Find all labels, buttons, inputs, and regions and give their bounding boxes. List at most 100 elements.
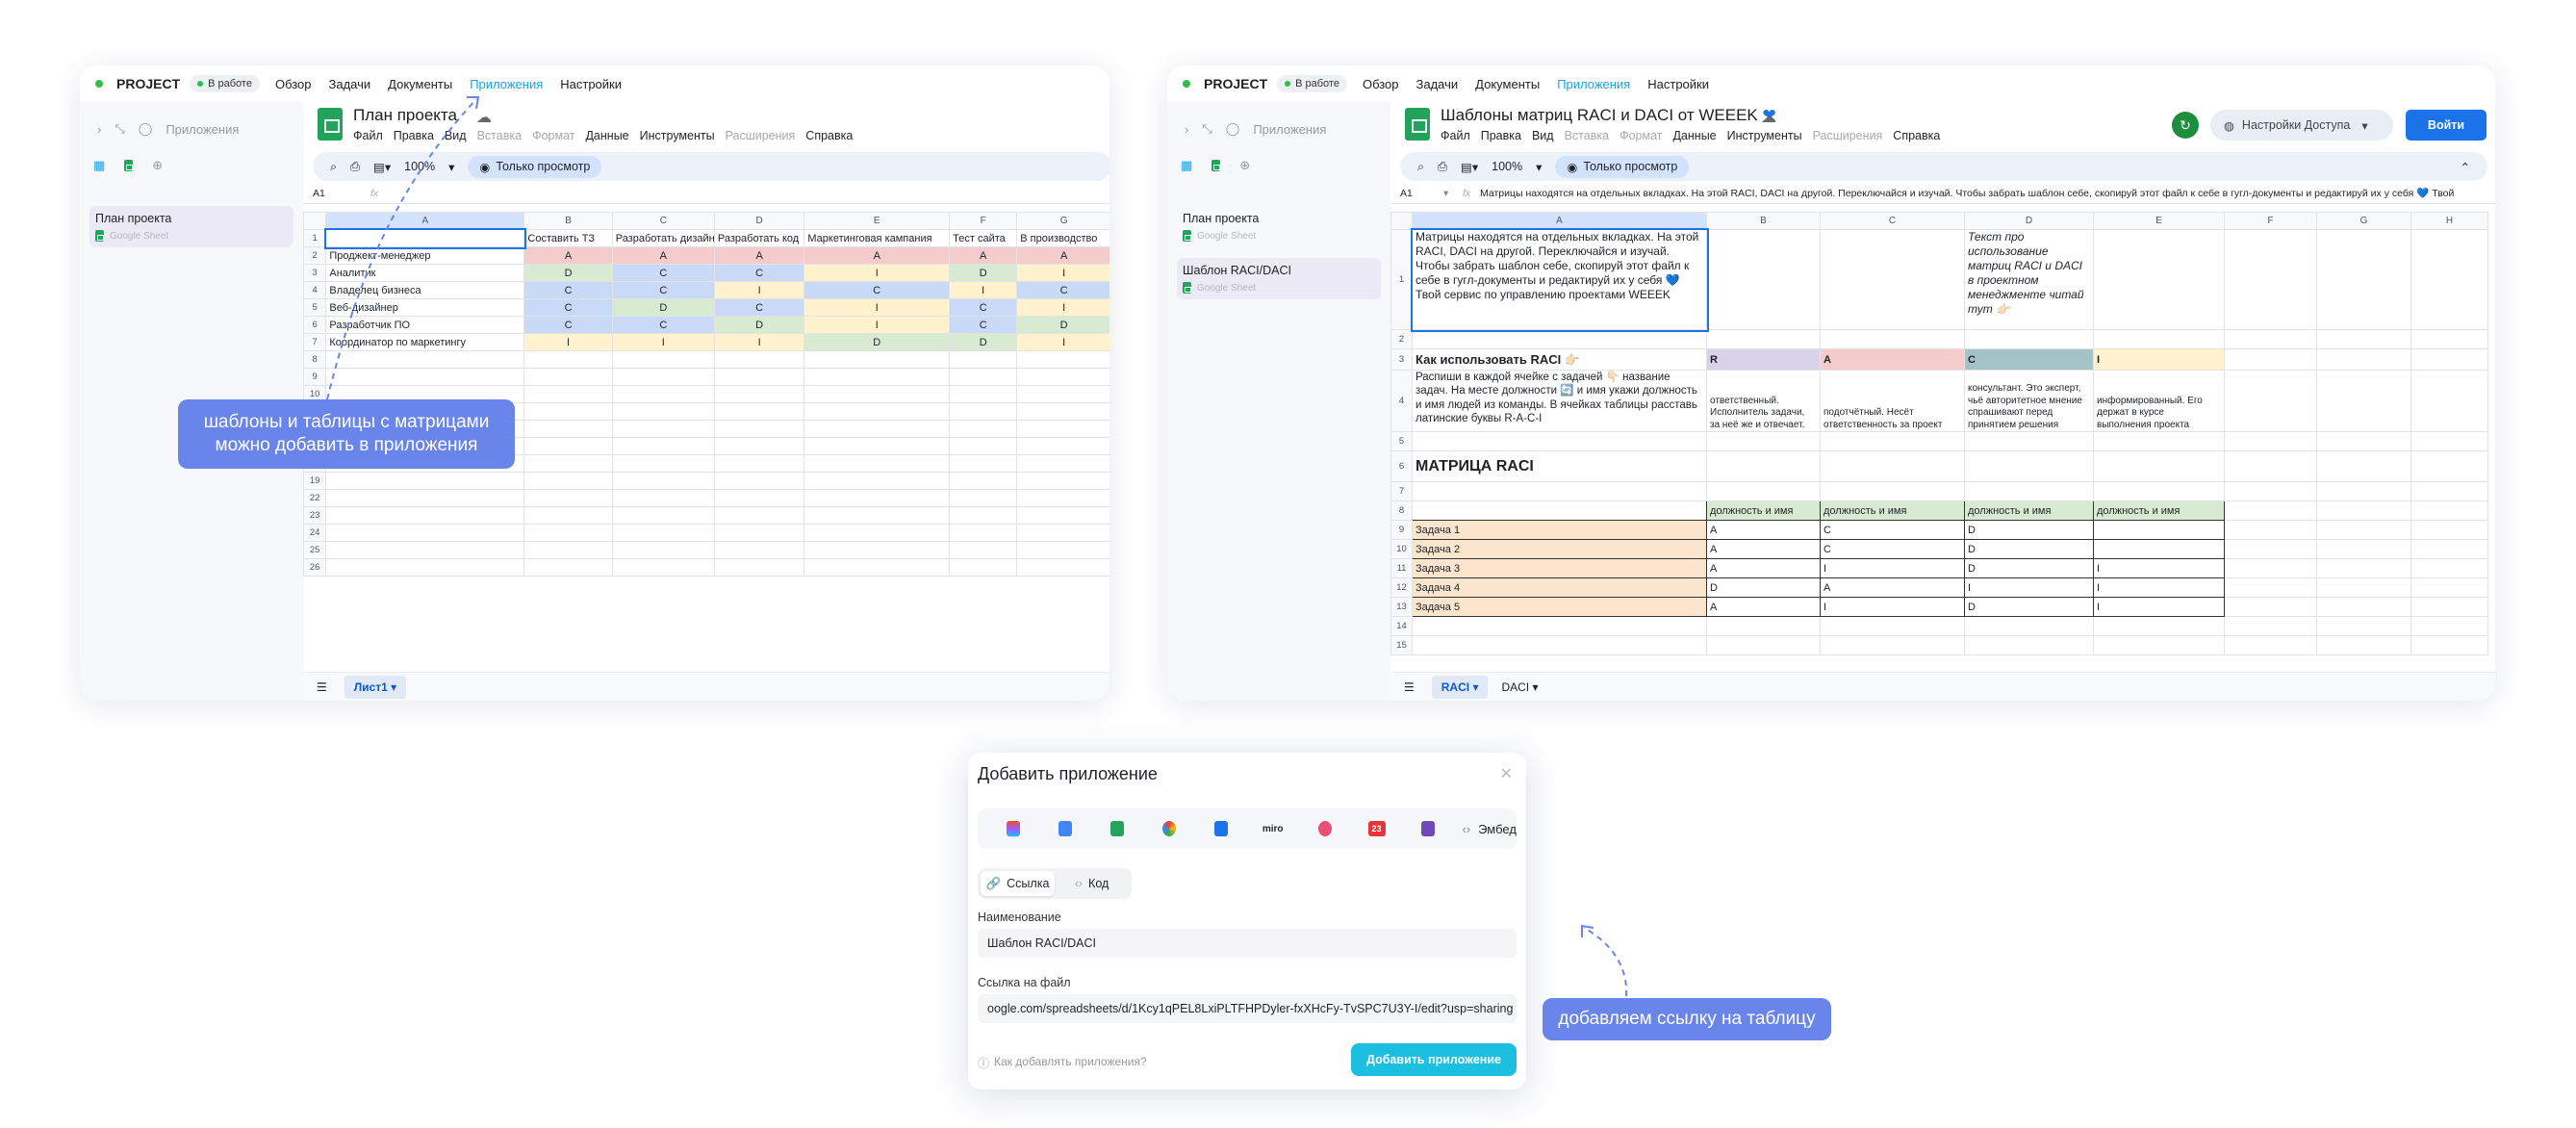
expand-icon[interactable]: ⤡: [115, 121, 124, 137]
nav-documents[interactable]: Документы: [1475, 77, 1540, 91]
raci-cell[interactable]: I: [803, 298, 951, 317]
sheet-cell[interactable]: [2224, 450, 2317, 482]
sheets-icon[interactable]: [1211, 160, 1221, 171]
sheet-cell[interactable]: [325, 558, 525, 577]
sheet-cell[interactable]: [1016, 506, 1109, 525]
sheet-cell[interactable]: [2410, 481, 2488, 501]
sheet-cell[interactable]: [611, 506, 715, 525]
sheet-cell[interactable]: [1016, 558, 1109, 577]
menu-help[interactable]: Справка: [1893, 129, 1940, 142]
sheet-cell[interactable]: [949, 385, 1018, 403]
raci-cell[interactable]: A: [523, 246, 613, 265]
menu-help[interactable]: Справка: [805, 129, 853, 142]
raci-cell[interactable]: I: [949, 281, 1018, 299]
raci-cell[interactable]: D: [1964, 597, 2094, 617]
sheet-cell[interactable]: [1820, 635, 1965, 655]
sheet-cell[interactable]: [523, 558, 613, 577]
header-cell[interactable]: Составить ТЗ: [523, 229, 613, 247]
sheet-cell[interactable]: [803, 402, 951, 421]
sheet-cell[interactable]: [1964, 329, 2094, 349]
sheet-cell[interactable]: [949, 558, 1018, 577]
sheet-cell[interactable]: [949, 524, 1018, 542]
sheets-app-icon[interactable]: [1091, 821, 1143, 836]
sheet-grid[interactable]: A B C D E F G H 1 Матрицы находятся на отдельных …: [1390, 212, 2488, 655]
menu-format[interactable]: Формат: [532, 129, 574, 142]
sheet-cell[interactable]: [2316, 539, 2411, 559]
project-name[interactable]: PROJECT: [116, 76, 180, 91]
zoom-caret-icon[interactable]: ▾: [1536, 160, 1542, 174]
nav-apps[interactable]: Приложения: [1557, 77, 1630, 91]
column-header[interactable]: C: [611, 212, 715, 230]
sheet-cell[interactable]: [1016, 541, 1109, 559]
raci-cell[interactable]: I: [803, 264, 951, 282]
sidebar-item-plan[interactable]: План проекта Google Sheet: [89, 206, 293, 247]
name-input[interactable]: Шаблон RACI/DACI: [978, 929, 1517, 958]
sheet-cell[interactable]: [325, 541, 525, 559]
raci-cell[interactable]: A: [1706, 558, 1821, 578]
raci-cell[interactable]: I: [713, 281, 805, 299]
raci-cell[interactable]: [2093, 520, 2225, 540]
header-cell[interactable]: Разработать дизайн: [611, 229, 715, 247]
nav-documents[interactable]: Документы: [388, 77, 452, 91]
definition-cell[interactable]: ответственный. Исполнитель задачи, за не…: [1706, 370, 1821, 432]
column-header[interactable]: B: [1706, 212, 1821, 230]
raci-cell[interactable]: D: [1706, 577, 1821, 598]
tab-daci[interactable]: DACI ▾: [1501, 680, 1538, 694]
sheet-cell[interactable]: [1412, 616, 1707, 636]
sheet-cell[interactable]: [949, 350, 1018, 369]
sidebar-item-raci[interactable]: Шаблон RACI/DACI Google Sheet: [1177, 258, 1381, 299]
sheet-cell[interactable]: [325, 524, 525, 542]
raci-cell[interactable]: C: [949, 316, 1018, 334]
sheet-cell[interactable]: [2316, 635, 2411, 655]
sheet-cell[interactable]: [2224, 558, 2317, 578]
task-name-cell[interactable]: Задача 3: [1412, 558, 1707, 578]
sheet-cell[interactable]: [611, 437, 715, 455]
sheet-cell[interactable]: [1964, 450, 2094, 482]
row-header[interactable]: 7: [1390, 481, 1413, 501]
sheet-cell[interactable]: [1016, 350, 1109, 369]
sheet-cell[interactable]: [803, 558, 951, 577]
sheet-cell[interactable]: [2410, 450, 2488, 482]
raci-cell[interactable]: D: [611, 298, 715, 317]
sheet-cell[interactable]: [1412, 329, 1707, 349]
row-header[interactable]: 15: [1390, 635, 1413, 655]
header-cell[interactable]: Тест сайта: [949, 229, 1018, 247]
sheet-cell[interactable]: [2224, 348, 2317, 371]
raci-cell[interactable]: C: [713, 264, 805, 282]
menu-extensions[interactable]: Расширения: [726, 129, 796, 142]
sheet-cell[interactable]: [611, 524, 715, 542]
sheet-cell[interactable]: [1706, 431, 1821, 451]
sheet-cell[interactable]: [1820, 329, 1965, 349]
sheet-cell[interactable]: [713, 385, 805, 403]
tab-sheet1[interactable]: Лист1 ▾: [344, 675, 407, 699]
sheet-cell[interactable]: [803, 454, 951, 473]
row-header[interactable]: 6: [1390, 450, 1413, 482]
sheet-cell[interactable]: [949, 368, 1018, 386]
sheet-cell[interactable]: [2410, 520, 2488, 540]
raci-cell[interactable]: A: [713, 246, 805, 265]
raci-cell[interactable]: A: [1706, 597, 1821, 617]
link-mode-button[interactable]: 🔗 Ссылка: [981, 871, 1055, 896]
sheet-cell[interactable]: [2410, 539, 2488, 559]
status-badge[interactable]: В работе: [190, 75, 260, 92]
sheet-cell[interactable]: [2410, 597, 2488, 617]
raci-cell[interactable]: A: [1706, 520, 1821, 540]
loop-icon[interactable]: [1299, 821, 1351, 836]
role-header-cell[interactable]: должность и имя: [1820, 500, 1965, 521]
sheet-cell[interactable]: [2316, 348, 2411, 371]
nav-apps[interactable]: Приложения: [470, 77, 543, 91]
sidebar-item-plan[interactable]: План проекта Google Sheet: [1177, 206, 1381, 247]
row-header[interactable]: 4: [1390, 370, 1413, 432]
column-header[interactable]: H: [2410, 212, 2488, 230]
task-name-cell[interactable]: Задача 1: [1412, 520, 1707, 540]
task-name-cell[interactable]: Задача 2: [1412, 539, 1707, 559]
row-header[interactable]: 1: [1390, 229, 1413, 330]
sheet-cell[interactable]: [713, 350, 805, 369]
sheet-cell[interactable]: [2316, 577, 2411, 598]
collapse-icon[interactable]: ›: [97, 122, 101, 137]
column-header[interactable]: F: [949, 212, 1018, 230]
raci-cell[interactable]: C: [523, 281, 613, 299]
apps-grid-icon[interactable]: ▦: [1181, 158, 1192, 173]
raci-cell[interactable]: I: [1820, 597, 1965, 617]
sheet-cell[interactable]: [1964, 481, 2094, 501]
